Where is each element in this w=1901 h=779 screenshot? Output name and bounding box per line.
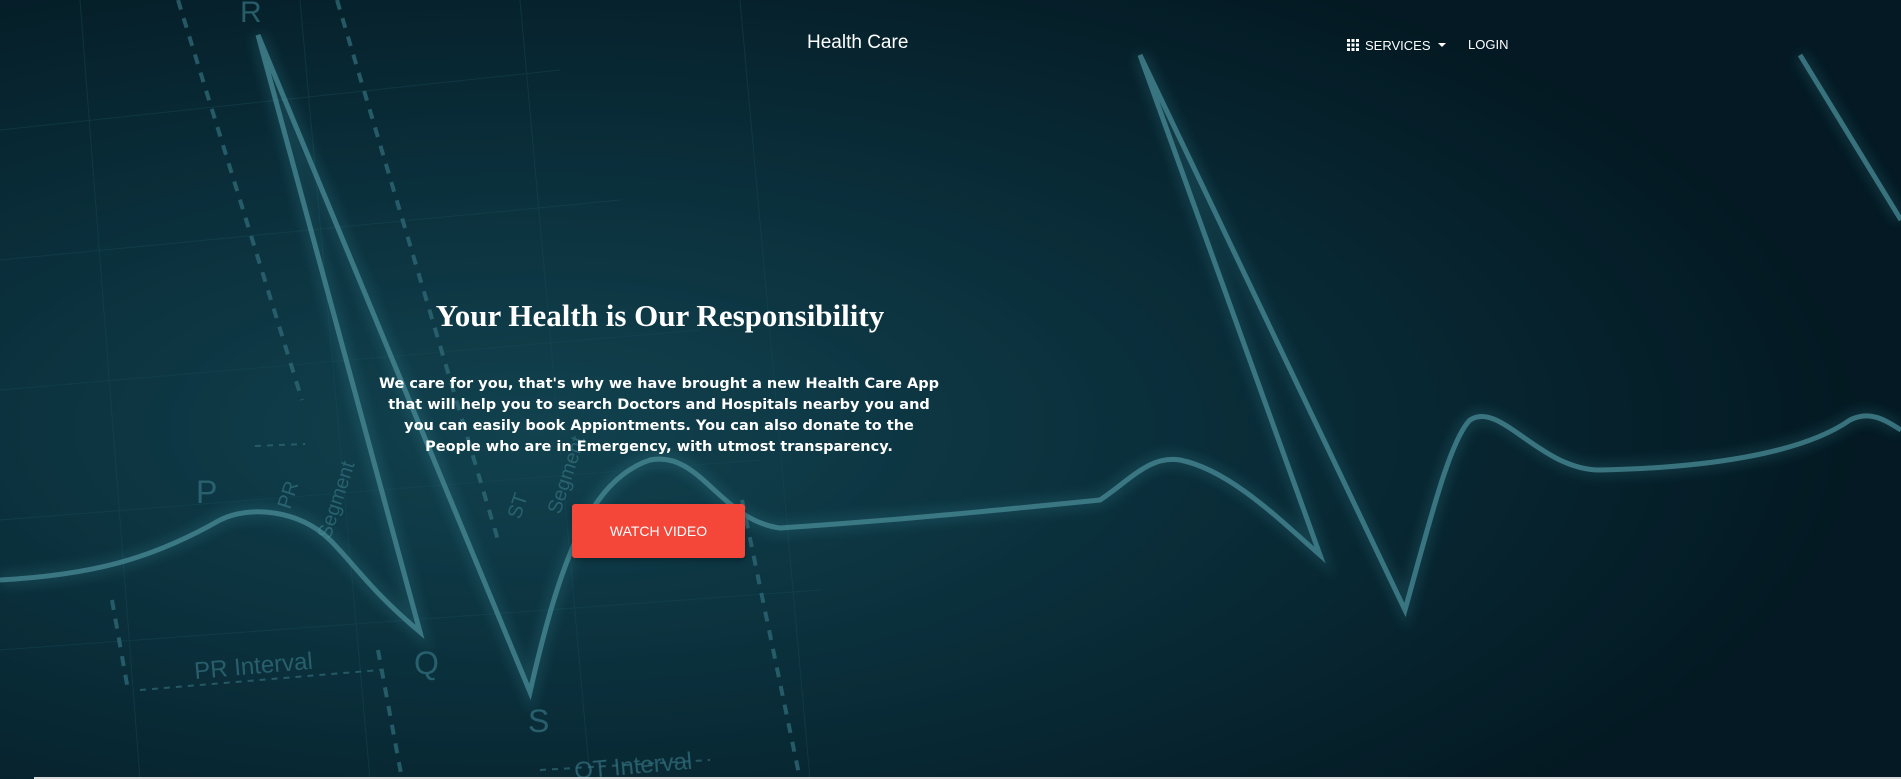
hero-description: We care for you, that's why we have brou…	[379, 376, 939, 455]
hero-title: Your Health is Our Responsibility	[435, 298, 885, 333]
caret-down-icon	[1437, 43, 1446, 47]
brand-link[interactable]: Health Care	[807, 32, 908, 54]
login-link[interactable]: LOGIN	[1468, 37, 1508, 52]
services-label: SERVICES	[1365, 37, 1431, 53]
ecg-background-image: R P Q S PR Interval PR Segment ST Segmen…	[0, 0, 1901, 779]
top-navbar: Health Care SERVICES LOGIN	[0, 0, 1901, 90]
grid-icon	[1347, 39, 1359, 51]
watch-video-button[interactable]: WATCH VIDEO	[572, 504, 745, 558]
services-dropdown[interactable]: SERVICES	[1347, 35, 1446, 55]
